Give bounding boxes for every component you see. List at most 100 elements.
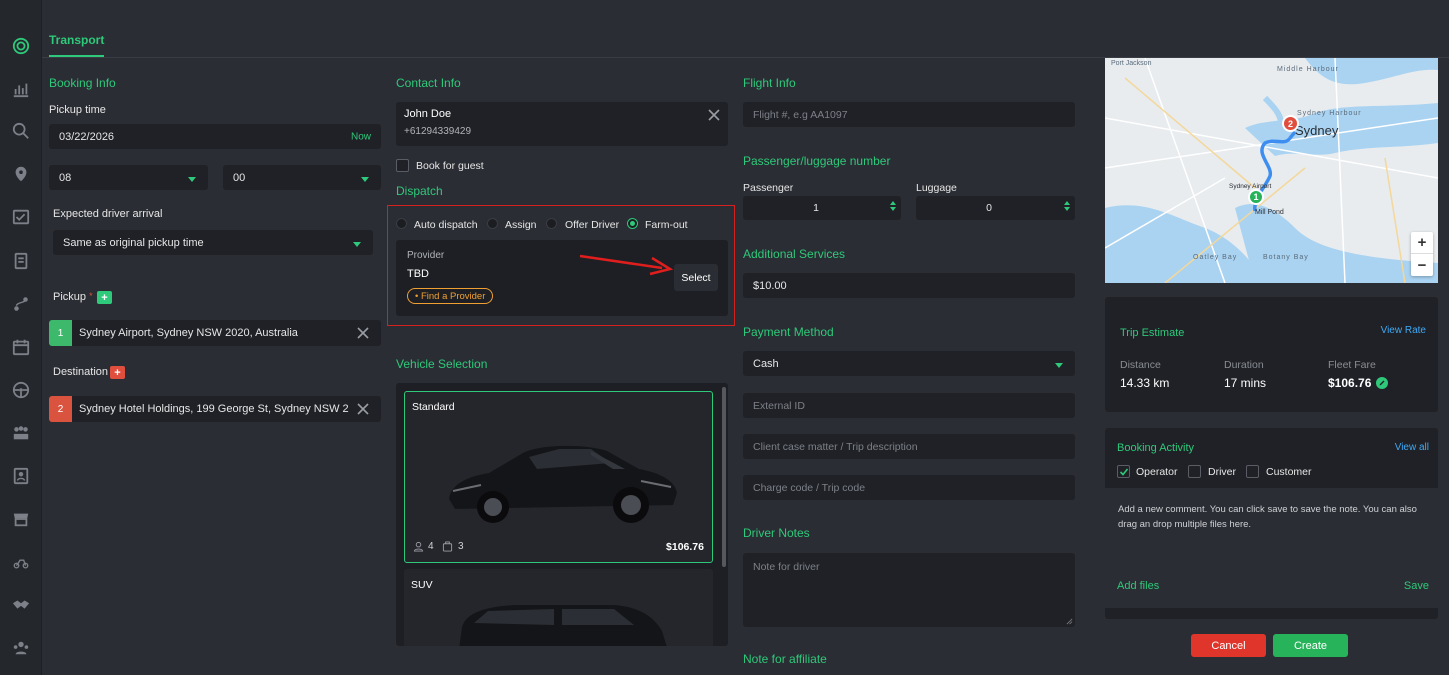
external-id-input[interactable]: External ID <box>743 393 1075 418</box>
tab-transport[interactable]: Transport <box>49 33 105 57</box>
document-icon[interactable] <box>7 250 35 272</box>
map-label: Oatley Bay <box>1193 254 1238 261</box>
add-files-button[interactable]: Add files <box>1117 580 1159 592</box>
checklist-icon[interactable] <box>7 206 35 228</box>
team-icon[interactable] <box>7 637 35 659</box>
vehicle-card-suv[interactable]: SUV <box>404 569 713 646</box>
add-booking-icon[interactable] <box>7 35 35 57</box>
contact-name: John Doe <box>404 108 452 120</box>
booking-activity-title: Booking Activity <box>1117 442 1195 454</box>
destination-address-field[interactable]: 2 Sydney Hotel Holdings, 199 George St, … <box>49 396 381 422</box>
arrival-select[interactable]: Same as original pickup time <box>53 230 373 255</box>
close-icon[interactable] <box>357 327 369 339</box>
map-label: Port Jackson <box>1111 60 1152 67</box>
flight-info-title: Flight Info <box>743 76 796 90</box>
booking-activity-panel: Booking Activity View all Operator Drive… <box>1105 428 1438 619</box>
note-affiliate-title: Note for affiliate <box>743 652 827 666</box>
radio-assign[interactable] <box>487 218 498 229</box>
destination-map-marker[interactable]: 2 <box>1282 115 1299 132</box>
contact-card-icon[interactable] <box>7 465 35 487</box>
radio-auto-dispatch[interactable] <box>396 218 407 229</box>
close-icon[interactable] <box>708 109 720 121</box>
pickup-date-input[interactable]: 03/22/2026 Now <box>49 124 381 149</box>
passenger-label: Passenger <box>743 182 794 194</box>
steering-wheel-icon[interactable] <box>7 379 35 401</box>
suv-car-image <box>459 605 667 646</box>
pickup-map-marker[interactable]: 1 <box>1248 189 1264 205</box>
contact-info-title: Contact Info <box>396 76 461 90</box>
location-pin-icon[interactable] <box>7 163 35 185</box>
driver-checkbox[interactable] <box>1188 465 1201 478</box>
driver-notes-placeholder: Note for driver <box>753 561 820 573</box>
flight-number-input[interactable]: Flight #, e.g AA1097 <box>743 102 1075 127</box>
cancel-button[interactable]: Cancel <box>1191 634 1266 657</box>
zoom-in-button[interactable]: + <box>1411 232 1433 254</box>
additional-services-input[interactable]: $10.00 <box>743 273 1075 298</box>
edit-pencil-icon[interactable] <box>1376 377 1388 389</box>
payment-method-value: Cash <box>753 357 779 370</box>
view-rate-link[interactable]: View Rate <box>1381 325 1426 336</box>
vehicle-card-standard[interactable]: Standard 4 3 $106.76 <box>404 391 713 563</box>
farm-out-label: Farm-out <box>645 219 688 231</box>
passenger-capacity: 4 <box>428 541 434 552</box>
analytics-icon[interactable] <box>7 78 35 100</box>
contact-phone: +61294339429 <box>404 126 472 137</box>
arrival-label: Expected driver arrival <box>53 208 163 220</box>
trip-estimate-panel: Trip Estimate View Rate Distance 14.33 k… <box>1105 297 1438 412</box>
vehicle-price: $106.76 <box>666 541 704 553</box>
payment-method-select[interactable]: Cash <box>743 351 1075 376</box>
calendar-icon[interactable] <box>7 336 35 358</box>
radio-farm-out[interactable] <box>627 218 638 229</box>
customer-checkbox[interactable] <box>1246 465 1259 478</box>
find-provider-button[interactable]: • Find a Provider <box>407 288 494 304</box>
driver-notes-textarea[interactable]: Note for driver <box>743 553 1075 627</box>
radio-offer-driver[interactable] <box>546 218 557 229</box>
hour-value: 08 <box>59 171 72 184</box>
luggage-stepper[interactable]: 0 <box>916 196 1075 220</box>
vehicle-name: Standard <box>412 401 455 413</box>
destination-address-value: Sydney Hotel Holdings, 199 George St, Sy… <box>79 403 349 415</box>
delivery-icon[interactable] <box>7 551 35 573</box>
map-label: Middle Harbour <box>1277 66 1339 73</box>
client-case-input[interactable]: Client case matter / Trip description <box>743 434 1075 459</box>
minute-select[interactable]: 00 <box>223 165 381 190</box>
route-map[interactable]: Middle Harbour Sydney Harbour Sydney Syd… <box>1105 58 1438 283</box>
hour-select[interactable]: 08 <box>49 165 208 190</box>
minute-value: 00 <box>233 171 246 184</box>
book-for-guest-checkbox[interactable] <box>396 159 409 172</box>
passenger-icon <box>413 541 424 552</box>
tab-bar: Transport <box>42 0 1449 58</box>
users-icon[interactable] <box>7 422 35 444</box>
add-destination-button[interactable]: + <box>110 366 125 379</box>
contact-field[interactable]: John Doe +61294339429 <box>396 102 728 146</box>
sedan-car-image <box>449 445 677 523</box>
passenger-stepper[interactable]: 1 <box>743 196 901 220</box>
close-icon[interactable] <box>357 403 369 415</box>
now-button[interactable]: Now <box>351 131 371 142</box>
create-button[interactable]: Create <box>1273 634 1348 657</box>
view-all-link[interactable]: View all <box>1395 442 1429 453</box>
driver-label: Driver <box>1208 466 1236 478</box>
stepper-arrows-icon[interactable] <box>889 199 897 217</box>
handshake-icon[interactable] <box>7 594 35 616</box>
pickup-label-text: Pickup <box>53 291 87 303</box>
vehicle-list-scrollbar[interactable] <box>722 387 726 567</box>
store-icon[interactable] <box>7 508 35 530</box>
operator-checkbox[interactable] <box>1117 465 1130 478</box>
save-comment-button[interactable]: Save <box>1404 580 1429 592</box>
assign-label: Assign <box>505 219 537 231</box>
zoom-out-button[interactable]: − <box>1411 254 1433 276</box>
payment-method-title: Payment Method <box>743 325 834 339</box>
select-provider-button[interactable]: Select <box>674 264 718 291</box>
vehicle-selection-title: Vehicle Selection <box>396 357 488 371</box>
resize-handle-icon[interactable] <box>1066 618 1073 625</box>
comment-area[interactable]: Add a new comment. You can click save to… <box>1105 488 1438 608</box>
customer-label: Customer <box>1266 466 1312 478</box>
pickup-date-value: 03/22/2026 <box>59 130 115 143</box>
search-report-icon[interactable] <box>7 120 35 142</box>
add-pickup-button[interactable]: + <box>97 291 112 304</box>
charge-code-input[interactable]: Charge code / Trip code <box>743 475 1075 500</box>
stepper-arrows-icon[interactable] <box>1063 199 1071 217</box>
route-icon[interactable] <box>7 293 35 315</box>
pickup-address-field[interactable]: 1 Sydney Airport, Sydney NSW 2020, Austr… <box>49 320 381 346</box>
